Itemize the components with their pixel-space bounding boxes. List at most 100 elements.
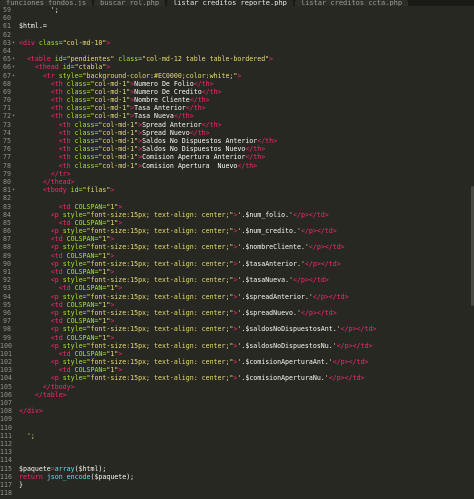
code-line[interactable]: 80 </thead> (0, 178, 474, 186)
code-line[interactable]: 77 <th class="col-md-1">Comision Apertur… (0, 153, 474, 161)
line-number: 100 (0, 341, 12, 350)
code-text: <th class="col-md-1">Numero De Folio</th… (19, 80, 214, 88)
fold-arrow-icon[interactable]: ▾ (12, 39, 17, 47)
code-line[interactable]: 78 <th class="col-md-1">Comision Apertur… (0, 162, 474, 170)
code-line[interactable]: 75 <th class="col-md-1">Saldos No Dispue… (0, 137, 474, 145)
code-line[interactable]: 76 <th class="col-md-1">Saldos No Dispue… (0, 145, 474, 153)
code-line[interactable]: 60 (0, 14, 474, 22)
code-token: "col-md-1" (98, 128, 139, 137)
code-editor[interactable]: 59 '; 60 61 $html.= 62 63 ▾ <div class="col-md-… (0, 6, 474, 499)
code-line[interactable]: 112 (0, 440, 474, 448)
code-token: $num_folio (245, 210, 286, 219)
code-line[interactable]: 59 '; (0, 6, 474, 14)
fold-arrow-icon[interactable]: ▾ (12, 112, 17, 120)
line-number: 59 (3, 6, 11, 14)
code-line[interactable]: 95 <td COLSPAN="1"> (0, 301, 474, 309)
code-text: $html.= (19, 22, 47, 30)
code-line[interactable]: 87 <td COLSPAN="1"> (0, 235, 474, 243)
code-token: <table (26, 55, 51, 64)
code-line[interactable]: 101 <td COLSPAN="1"> (0, 350, 474, 358)
code-line[interactable]: 67 ▾ <tr style="background-color:#EC0000;… (0, 72, 474, 80)
code-line[interactable]: 90 <p style="font-size:15px; text-align:… (0, 260, 474, 268)
code-line[interactable]: 73 <th class="col-md-1">Spread Anterior<… (0, 121, 474, 129)
code-text: <td COLSPAN="1"> (19, 235, 115, 243)
code-line[interactable]: 94 <p style="font-size:15px; text-align:… (0, 293, 474, 301)
code-line[interactable]: 106 </table> (0, 391, 474, 399)
code-line[interactable]: 84 <p style="font-size:15px; text-align:… (0, 211, 474, 219)
code-token: </th> (185, 104, 206, 113)
code-line[interactable]: 69 <th class="col-md-1">Numero De Credit… (0, 88, 474, 96)
code-line[interactable]: 115 $paquete=array($html); (0, 465, 474, 473)
code-line[interactable]: 92 <p style="font-size:15px; text-align:… (0, 276, 474, 284)
code-line[interactable]: 117} (0, 481, 474, 489)
code-line[interactable]: 91 <td COLSPAN="1"> (0, 268, 474, 276)
code-line[interactable]: 116 return json_encode($paquete); (0, 473, 474, 481)
code-text: </tr> (19, 170, 71, 178)
code-text: <tr style="background-color:#EC0000;colo… (19, 72, 242, 80)
code-line[interactable]: 105 </tbody> (0, 383, 474, 391)
code-line[interactable]: 111 '; (0, 432, 474, 440)
code-line[interactable]: 61 $html.= (0, 22, 474, 30)
fold-arrow-icon[interactable]: ▾ (12, 63, 17, 71)
code-line[interactable]: 62 (0, 31, 474, 39)
code-line[interactable]: 98 <p style="font-size:15px; text-align:… (0, 325, 474, 333)
code-line[interactable]: 118 (0, 489, 474, 497)
code-text: $paquete=array($html); (19, 465, 106, 473)
code-line[interactable]: 97 <td COLSPAN="1"> (0, 317, 474, 325)
code-line[interactable]: 113 (0, 448, 474, 456)
code-line[interactable]: 108 </div> (0, 407, 474, 415)
code-line[interactable]: 65 ▾ <table id="pendientes" class="col-md… (0, 55, 474, 63)
fold-arrow-icon[interactable]: ▾ (12, 72, 17, 80)
code-token: class= (62, 112, 91, 121)
code-line[interactable]: 86 <p style="font-size:15px; text-align:… (0, 227, 474, 235)
code-line[interactable]: 89 <td COLSPAN="1"> (0, 252, 474, 260)
code-line[interactable]: 110 (0, 424, 474, 432)
code-token: </th> (257, 137, 278, 145)
code-line[interactable]: 66 ▾ <thead id="ctabla"> (0, 63, 474, 71)
code-line[interactable]: 109 (0, 415, 474, 423)
code-line[interactable]: 81 ▾ <tbody id="filas"> (0, 186, 474, 194)
vertical-scrollbar[interactable] (470, 6, 474, 499)
code-token: "1" (98, 251, 111, 260)
code-line[interactable]: 70 <th class="col-md-1">Nombre Cliente</… (0, 96, 474, 104)
code-line[interactable]: 63 ▾ <div class="col-md-10"> (0, 39, 474, 47)
fold-arrow-icon[interactable]: ▾ (12, 55, 17, 63)
code-line[interactable]: 72 ▾ <th class="col-md-1">Tasa Nueva</th> (0, 112, 474, 120)
code-line[interactable]: 64 (0, 47, 474, 55)
code-token: Comision Apertura Anterior (142, 153, 246, 162)
code-line[interactable]: 93 <td COLSPAN="1"> (0, 284, 474, 292)
code-line[interactable]: 104 <p style="font-size:15px; text-align… (0, 374, 474, 382)
code-line[interactable]: 96 <p style="font-size:15px; text-align:… (0, 309, 474, 317)
code-line[interactable]: 83 <td COLSPAN="1"> (0, 203, 474, 211)
code-line[interactable]: 114 (0, 456, 474, 464)
code-line[interactable]: 79 </tr> (0, 170, 474, 178)
code-token: <th (50, 96, 63, 105)
code-line[interactable]: 85 <td COLSPAN="1"> (0, 219, 474, 227)
code-token: COLSPAN= (70, 284, 107, 293)
code-token: <p (50, 243, 59, 252)
code-token: "1" (98, 268, 111, 276)
code-line[interactable]: 107 (0, 399, 474, 407)
code-token: > (110, 333, 115, 342)
fold-arrow-icon[interactable]: ▾ (12, 186, 17, 194)
line-number: 110 (0, 423, 12, 432)
code-line[interactable]: 71 <th class="col-md-1">Tasa Anterior</t… (0, 104, 474, 112)
code-token: </tbody> (42, 382, 75, 391)
code-line[interactable]: 102 <p style="font-size:15px; text-align… (0, 358, 474, 366)
code-token: array (54, 464, 75, 473)
code-line[interactable]: 74 <th class="col-md-1">Spread Nuevo</th… (0, 129, 474, 137)
code-line[interactable]: 82 (0, 194, 474, 202)
code-token: Comision Apertura Nuevo (142, 161, 238, 170)
code-line[interactable]: 100 <p style="font-size:15px; text-align… (0, 342, 474, 350)
code-line[interactable]: 99 <td COLSPAN="1"> (0, 334, 474, 342)
code-token: Tasa Nueva (134, 112, 174, 121)
code-text: <p style="font-size:15px; text-align: ce… (19, 374, 365, 382)
code-line[interactable]: 68 <th class="col-md-1">Numero De Folio<… (0, 80, 474, 88)
code-line[interactable]: 103 <td COLSPAN="1"> (0, 366, 474, 374)
code-line[interactable]: 88 <p style="font-size:15px; text-align:… (0, 243, 474, 251)
code-editor-window: funciones_fondos.js buscar_rol.php listar_… (0, 0, 474, 499)
